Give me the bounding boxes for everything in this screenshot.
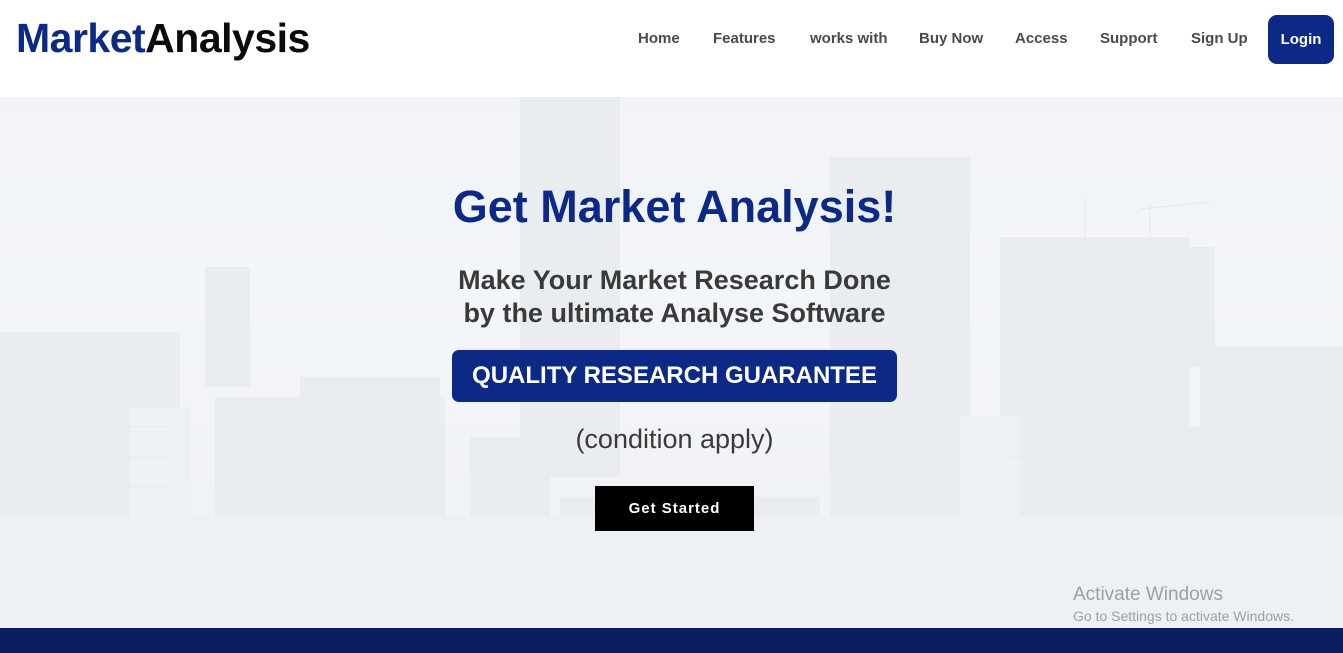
logo-market: Market (16, 15, 146, 61)
watermark-line-1: Activate Windows (1073, 584, 1223, 605)
hero-subtitle-line-2: by the ultimate Analyse Software (463, 298, 886, 328)
hero-headline: Get Market Analysis! (452, 181, 897, 232)
nav-buy-now[interactable]: Buy Now (919, 30, 983, 48)
nav-home[interactable]: Home (638, 30, 680, 48)
nav-sign-up[interactable]: Sign Up (1191, 30, 1248, 48)
site-logo[interactable]: MarketAnalysis (16, 14, 310, 62)
nav-features[interactable]: Features (713, 30, 776, 48)
nav-works-with[interactable]: works with (810, 30, 888, 48)
condition-note: (condition apply) (575, 424, 774, 454)
quality-guarantee-badge: QUALITY RESEARCH GUARANTEE (452, 350, 897, 402)
nav-access[interactable]: Access (1015, 30, 1068, 48)
logo-analysis: Analysis (145, 15, 310, 61)
hero-subtitle: Make Your Market Research Done by the ul… (0, 264, 1343, 330)
top-navbar: MarketAnalysis Home Features works with … (0, 0, 1343, 97)
activate-windows-watermark: Activate Windows Go to Settings to activ… (1073, 584, 1294, 626)
login-button[interactable]: Login (1268, 15, 1334, 64)
get-started-button[interactable]: Get Started (595, 486, 754, 531)
watermark-line-2: Go to Settings to activate Windows. (1073, 608, 1294, 624)
nav-support[interactable]: Support (1100, 30, 1158, 48)
footer-bar (0, 628, 1343, 653)
hero-subtitle-line-1: Make Your Market Research Done (458, 265, 891, 295)
hero-section: Get Market Analysis! Make Your Market Re… (0, 97, 1343, 628)
